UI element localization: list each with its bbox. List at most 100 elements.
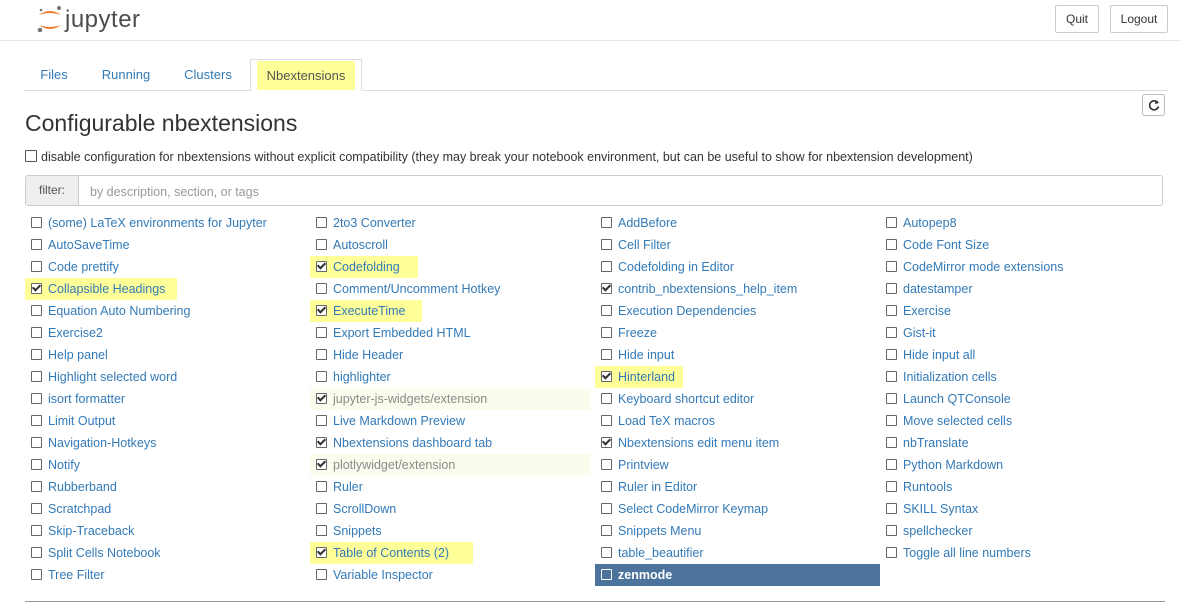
extension-item[interactable]: Comment/Uncomment Hotkey [310,278,500,300]
unchecked-checkbox[interactable] [316,481,327,492]
logout-button[interactable]: Logout [1110,5,1168,33]
unchecked-checkbox[interactable] [316,415,327,426]
extension-item[interactable]: Snippets [310,520,382,542]
extension-item[interactable]: Launch QTConsole [880,388,1011,410]
unchecked-checkbox[interactable] [601,481,612,492]
extension-item[interactable]: Codefolding in Editor [595,256,734,278]
unchecked-checkbox[interactable] [31,569,42,580]
extension-item[interactable]: nbTranslate [880,432,969,454]
unchecked-checkbox[interactable] [316,283,327,294]
extension-item[interactable]: Equation Auto Numbering [25,300,190,322]
extension-item[interactable]: Gist-it [880,322,936,344]
unchecked-checkbox[interactable] [31,371,42,382]
extension-item[interactable]: Printview [595,454,669,476]
extension-item[interactable]: Hide input all [880,344,975,366]
extension-item[interactable]: Scratchpad [25,498,111,520]
unchecked-checkbox[interactable] [31,503,42,514]
extension-item[interactable]: Highlight selected word [25,366,177,388]
extension-item[interactable]: Toggle all line numbers [880,542,1031,564]
unchecked-checkbox[interactable] [31,481,42,492]
unchecked-checkbox[interactable] [886,217,897,228]
unchecked-checkbox[interactable] [31,437,42,448]
extension-item[interactable]: Skip-Traceback [25,520,134,542]
unchecked-checkbox[interactable] [886,547,897,558]
unchecked-checkbox[interactable] [316,217,327,228]
unchecked-checkbox[interactable] [601,349,612,360]
extension-item[interactable]: SKILL Syntax [880,498,978,520]
tab-running[interactable]: Running [90,59,162,90]
unchecked-checkbox[interactable] [601,503,612,514]
unchecked-checkbox[interactable] [601,305,612,316]
extension-item[interactable]: Initialization cells [880,366,997,388]
unchecked-checkbox[interactable] [601,569,612,580]
extension-item[interactable]: Limit Output [25,410,115,432]
unchecked-checkbox[interactable] [601,525,612,536]
extension-item[interactable]: Nbextensions dashboard tab [310,432,492,454]
unchecked-checkbox[interactable] [886,437,897,448]
extension-item[interactable]: Help panel [25,344,108,366]
unchecked-checkbox[interactable] [601,261,612,272]
extension-item[interactable]: (some) LaTeX environments for Jupyter [25,212,267,234]
extension-item[interactable]: Tree Filter [25,564,105,586]
jupyter-logo[interactable]: jupyter [35,4,145,34]
unchecked-checkbox[interactable] [886,503,897,514]
unchecked-checkbox[interactable] [601,327,612,338]
unchecked-checkbox[interactable] [886,481,897,492]
extension-item[interactable]: ExecuteTime [310,300,422,322]
unchecked-checkbox[interactable] [886,239,897,250]
extension-item[interactable]: Collapsible Headings [25,278,177,300]
extension-item[interactable]: Ruler [310,476,363,498]
unchecked-checkbox[interactable] [886,459,897,470]
extension-item[interactable]: zenmode [595,564,880,586]
filter-input[interactable] [80,177,1162,206]
extension-item[interactable]: Split Cells Notebook [25,542,161,564]
extension-item[interactable]: Freeze [595,322,657,344]
extension-item[interactable]: Hinterland [595,366,683,388]
disable-config-checkbox[interactable] [25,150,37,162]
extension-item[interactable]: highlighter [310,366,391,388]
extension-item[interactable]: Export Embedded HTML [310,322,471,344]
extension-item[interactable]: Cell Filter [595,234,671,256]
tab-clusters[interactable]: Clusters [172,59,244,90]
extension-item[interactable]: Rubberband [25,476,117,498]
unchecked-checkbox[interactable] [886,371,897,382]
unchecked-checkbox[interactable] [31,393,42,404]
extension-item[interactable]: Load TeX macros [595,410,715,432]
extension-item[interactable]: ScrollDown [310,498,396,520]
unchecked-checkbox[interactable] [31,415,42,426]
extension-item[interactable]: Live Markdown Preview [310,410,465,432]
extension-item[interactable]: Variable Inspector [310,564,433,586]
unchecked-checkbox[interactable] [886,261,897,272]
extension-item[interactable]: Autoscroll [310,234,388,256]
extension-item[interactable]: Hide Header [310,344,403,366]
checked-checkbox[interactable] [601,437,612,448]
checked-checkbox[interactable] [601,371,612,382]
extension-item[interactable]: Execution Dependencies [595,300,756,322]
extension-item[interactable]: CodeMirror mode extensions [880,256,1064,278]
unchecked-checkbox[interactable] [601,415,612,426]
unchecked-checkbox[interactable] [31,239,42,250]
extension-item[interactable]: Codefolding [310,256,418,278]
extension-item[interactable]: Navigation-Hotkeys [25,432,156,454]
extension-item[interactable]: jupyter-js-widgets/extension [310,388,591,410]
unchecked-checkbox[interactable] [886,305,897,316]
extension-item[interactable]: Snippets Menu [595,520,701,542]
unchecked-checkbox[interactable] [601,547,612,558]
extension-item[interactable]: isort formatter [25,388,125,410]
extension-item[interactable]: table_beautifier [595,542,703,564]
extension-item[interactable]: Move selected cells [880,410,1012,432]
quit-button[interactable]: Quit [1055,5,1099,33]
checked-checkbox[interactable] [316,437,327,448]
extension-item[interactable]: Select CodeMirror Keymap [595,498,768,520]
extension-item[interactable]: Exercise [880,300,951,322]
extension-item[interactable]: plotlywidget/extension [310,454,591,476]
extension-item[interactable]: Table of Contents (2) [310,542,473,564]
unchecked-checkbox[interactable] [316,525,327,536]
unchecked-checkbox[interactable] [886,327,897,338]
unchecked-checkbox[interactable] [31,217,42,228]
checked-checkbox[interactable] [316,305,327,316]
extension-item[interactable]: Code prettify [25,256,119,278]
checked-checkbox[interactable] [316,547,327,558]
tab-nbextensions[interactable]: Nbextensions [250,59,362,91]
unchecked-checkbox[interactable] [316,327,327,338]
